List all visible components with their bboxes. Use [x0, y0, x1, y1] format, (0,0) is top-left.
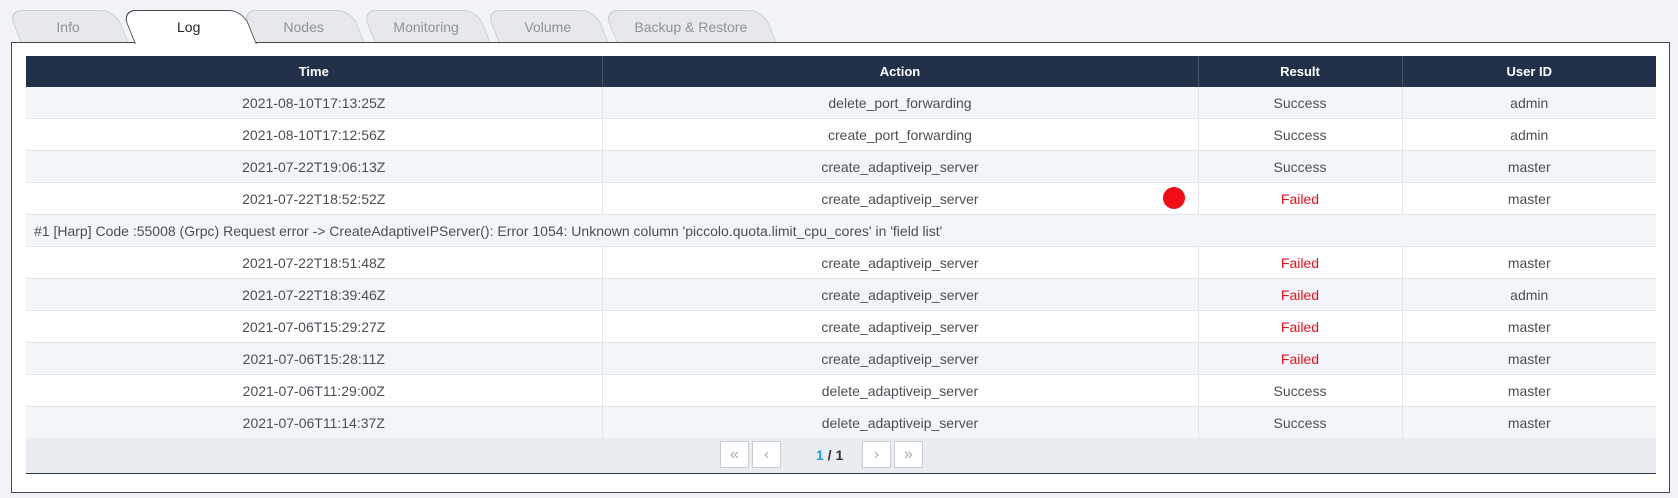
cell-time: 2021-07-06T11:29:00Z: [26, 374, 603, 407]
cell-result: Failed: [1198, 246, 1403, 279]
cell-action: create_adaptiveip_server: [602, 310, 1199, 343]
cell-action: create_port_forwarding: [602, 118, 1199, 151]
tab-bar: Info Nodes Monitoring Volume Backup & Re…: [0, 0, 1678, 44]
tab-nodes[interactable]: Nodes: [241, 10, 365, 42]
log-panel: Time Action Result User ID 2021-08-10T17…: [11, 42, 1670, 493]
table-row[interactable]: 2021-07-06T11:14:37Z delete_adaptiveip_s…: [26, 406, 1656, 439]
cell-user-id: master: [1402, 406, 1656, 439]
column-header-result[interactable]: Result: [1198, 56, 1403, 87]
cell-action: create_adaptiveip_server: [602, 342, 1199, 375]
cell-action: create_adaptiveip_server: [602, 150, 1199, 183]
column-header-time[interactable]: Time: [26, 56, 603, 87]
cell-time: 2021-08-10T17:12:56Z: [26, 118, 603, 151]
cell-user-id: master: [1402, 246, 1656, 279]
cell-user-id: master: [1402, 310, 1656, 343]
column-header-user-id[interactable]: User ID: [1402, 56, 1656, 87]
tab-monitoring[interactable]: Monitoring: [361, 10, 491, 42]
cell-result: Success: [1198, 406, 1403, 439]
cell-result: Success: [1198, 150, 1403, 183]
current-page: 1: [816, 447, 824, 463]
cell-time: 2021-07-06T15:29:27Z: [26, 310, 603, 343]
chevron-right-icon: ›: [873, 446, 880, 463]
cursor-indicator: [1163, 187, 1185, 209]
tab-volume[interactable]: Volume: [485, 10, 609, 42]
cell-user-id: admin: [1402, 87, 1656, 119]
cell-action: delete_port_forwarding: [602, 87, 1199, 119]
last-page-button[interactable]: »: [894, 441, 923, 468]
double-chevron-left-icon: «: [730, 446, 739, 463]
table-header-row: Time Action Result User ID: [26, 56, 1656, 87]
cell-time: 2021-07-06T15:28:11Z: [26, 342, 603, 375]
cell-user-id: admin: [1402, 118, 1656, 151]
cell-action: create_adaptiveip_server: [602, 278, 1199, 311]
table-row[interactable]: 2021-08-10T17:13:25Z delete_port_forward…: [26, 87, 1656, 119]
cell-result: Failed: [1198, 182, 1403, 215]
first-page-button[interactable]: «: [720, 441, 749, 468]
table-row-expanded[interactable]: 2021-07-22T18:52:52Z create_adaptiveip_s…: [26, 182, 1656, 215]
cell-time: 2021-07-22T19:06:13Z: [26, 150, 603, 183]
table-row[interactable]: 2021-07-06T11:29:00Z delete_adaptiveip_s…: [26, 374, 1656, 407]
cell-user-id: master: [1402, 150, 1656, 183]
prev-page-button[interactable]: ‹: [752, 441, 781, 468]
cell-result: Success: [1198, 374, 1403, 407]
cell-time: 2021-07-22T18:51:48Z: [26, 246, 603, 279]
double-chevron-right-icon: »: [904, 446, 913, 463]
cell-time: 2021-07-22T18:52:52Z: [26, 182, 603, 215]
cell-result: Success: [1198, 87, 1403, 119]
cell-result: Failed: [1198, 342, 1403, 375]
cell-result: Success: [1198, 118, 1403, 151]
cell-user-id: master: [1402, 374, 1656, 407]
table-row[interactable]: 2021-07-06T15:28:11Z create_adaptiveip_s…: [26, 342, 1656, 375]
cell-action: delete_adaptiveip_server: [602, 406, 1199, 439]
tab-info[interactable]: Info: [7, 10, 129, 42]
error-message: #1 [Harp] Code :55008 (Grpc) Request err…: [26, 214, 1656, 247]
cell-action: create_adaptiveip_server: [602, 182, 1199, 215]
table-row[interactable]: 2021-07-22T19:06:13Z create_adaptiveip_s…: [26, 150, 1656, 183]
log-table: Time Action Result User ID 2021-08-10T17…: [26, 56, 1656, 439]
cell-action: delete_adaptiveip_server: [602, 374, 1199, 407]
log-table-container: Time Action Result User ID 2021-08-10T17…: [26, 56, 1656, 474]
tab-log[interactable]: Log: [121, 10, 257, 44]
table-row[interactable]: 2021-07-22T18:51:48Z create_adaptiveip_s…: [26, 246, 1656, 279]
error-detail-row: #1 [Harp] Code :55008 (Grpc) Request err…: [26, 214, 1656, 247]
cell-time: 2021-07-06T11:14:37Z: [26, 406, 603, 439]
chevron-left-icon: ‹: [763, 446, 770, 463]
cell-user-id: admin: [1402, 278, 1656, 311]
pagination-bar: « ‹ 1 / 1 › »: [26, 438, 1656, 473]
tab-backup-restore[interactable]: Backup & Restore: [603, 10, 777, 42]
next-page-button[interactable]: ›: [862, 441, 891, 468]
page-separator: /: [823, 447, 836, 463]
total-pages: 1: [835, 447, 844, 463]
table-row[interactable]: 2021-07-22T18:39:46Z create_adaptiveip_s…: [26, 278, 1656, 311]
cell-time: 2021-08-10T17:13:25Z: [26, 87, 603, 119]
cell-action: create_adaptiveip_server: [602, 246, 1199, 279]
cell-result: Failed: [1198, 310, 1403, 343]
cell-result: Failed: [1198, 278, 1403, 311]
column-header-action[interactable]: Action: [602, 56, 1199, 87]
table-row[interactable]: 2021-08-10T17:12:56Z create_port_forward…: [26, 118, 1656, 151]
cell-user-id: master: [1402, 182, 1656, 215]
table-row[interactable]: 2021-07-06T15:29:27Z create_adaptiveip_s…: [26, 310, 1656, 343]
cell-time: 2021-07-22T18:39:46Z: [26, 278, 603, 311]
cell-user-id: master: [1402, 342, 1656, 375]
